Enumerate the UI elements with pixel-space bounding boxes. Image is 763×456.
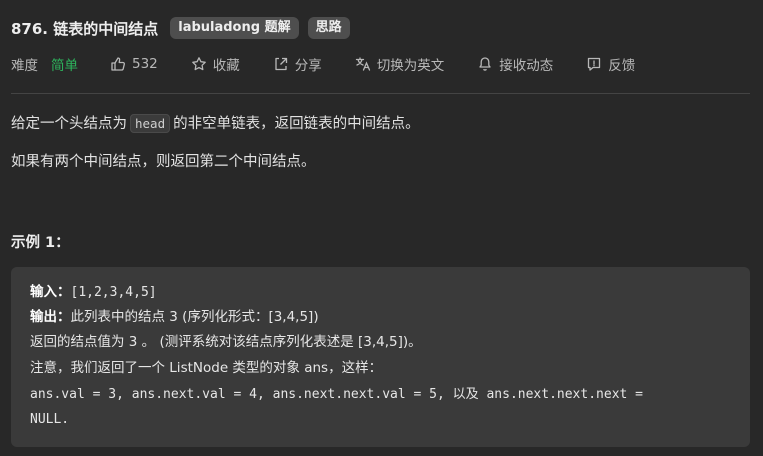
inline-code-head: head — [130, 114, 171, 133]
example-input-line: 输入：[1,2,3,4,5] — [30, 282, 157, 303]
example-output-label: 输出： — [30, 309, 71, 325]
translate-button[interactable]: 切换为英文 — [355, 54, 445, 74]
header-divider — [11, 93, 750, 94]
example-box: 输入：[1,2,3,4,5] 输出：此列表中的结点 3 (序列化形式：[3,4,… — [11, 267, 750, 447]
description-paragraph-1: 给定一个头结点为 head 的非空单链表，返回链表的中间结点。 — [11, 113, 420, 135]
share-icon — [273, 56, 289, 72]
title-row: 876. 链表的中间结点 labuladong 题解 思路 — [11, 16, 359, 40]
description-p1-before: 给定一个头结点为 — [11, 116, 127, 132]
translate-label: 切换为英文 — [376, 58, 445, 74]
example-output-line: 输出：此列表中的结点 3 (序列化形式：[3,4,5]) — [30, 307, 319, 327]
example-code-line: ans.val = 3, ans.next.val = 4, ans.next.… — [30, 387, 643, 402]
meta-toolbar: 难度 简单 532 收藏 分享 切换为英文 接收动态 反馈 — [11, 53, 635, 75]
example-input-label: 输入： — [30, 284, 71, 300]
example-code-line-end: NULL. — [30, 412, 70, 427]
star-icon — [191, 56, 207, 72]
share-label: 分享 — [294, 58, 322, 74]
example-title: 示例 1： — [11, 235, 70, 251]
translate-icon — [355, 56, 371, 72]
like-count: 532 — [132, 56, 158, 72]
collect-button[interactable]: 收藏 — [191, 54, 240, 74]
example-input-value: [1,2,3,4,5] — [70, 285, 157, 300]
example-explanation-line: 返回的结点值为 3 。 (测评系统对该结点序列化表述是 [3,4,5])。 — [30, 334, 422, 350]
feedback-button[interactable]: 反馈 — [586, 54, 635, 74]
like-button[interactable]: 532 — [110, 56, 158, 72]
collect-label: 收藏 — [212, 58, 240, 74]
tag-hint[interactable]: 思路 — [307, 17, 350, 39]
tag-labuladong[interactable]: labuladong 题解 — [170, 17, 299, 39]
example-output-value: 此列表中的结点 3 (序列化形式：[3,4,5]) — [70, 309, 319, 325]
difficulty-value: 简单 — [51, 58, 78, 74]
feedback-label: 反馈 — [608, 58, 636, 74]
description-p1-after: 的非空单链表，返回链表的中间结点。 — [173, 116, 420, 132]
notify-button[interactable]: 接收动态 — [477, 54, 553, 74]
thumbs-up-icon — [110, 56, 126, 72]
notify-label: 接收动态 — [499, 58, 554, 74]
feedback-icon — [586, 56, 602, 72]
problem-title: 876. 链表的中间结点 — [11, 19, 159, 38]
example-note-line: 注意，我们返回了一个 ListNode 类型的对象 ans，这样： — [30, 360, 383, 376]
share-button[interactable]: 分享 — [273, 54, 322, 74]
difficulty-label: 难度 — [11, 58, 38, 74]
description-paragraph-2: 如果有两个中间结点，则返回第二个中间结点。 — [11, 154, 316, 170]
bell-icon — [477, 56, 493, 72]
